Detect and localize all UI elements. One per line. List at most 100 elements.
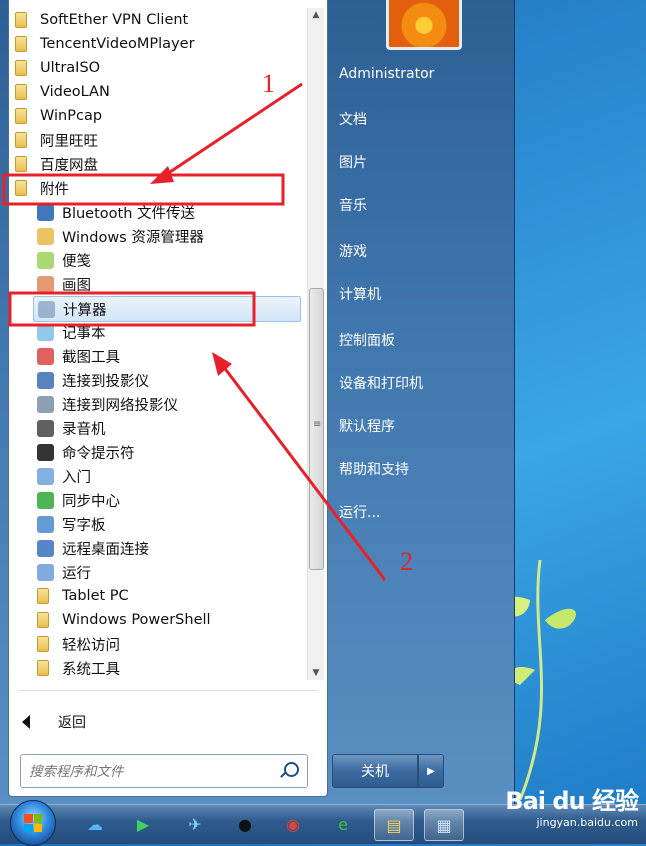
start-button[interactable] <box>10 800 56 846</box>
program-label: 连接到投影仪 <box>62 373 149 390</box>
back-button[interactable]: 返回 <box>10 710 86 734</box>
program-item[interactable]: 百度网盘 <box>11 152 305 176</box>
program-label: 录音机 <box>62 421 106 438</box>
default-programs-link[interactable]: 默认程序 <box>339 416 395 436</box>
ie-icon[interactable]: e <box>324 809 362 839</box>
program-item[interactable]: 截图工具 <box>33 344 305 368</box>
user-avatar[interactable] <box>386 0 462 50</box>
control-panel-link[interactable]: 控制面板 <box>339 330 395 350</box>
grip-icon: ≡ <box>313 419 322 430</box>
program-item[interactable]: Windows 资源管理器 <box>33 224 305 248</box>
program-label: Windows 资源管理器 <box>62 229 204 246</box>
program-item[interactable]: 写字板 <box>33 512 305 536</box>
program-item[interactable]: 附件 <box>11 176 305 200</box>
program-item[interactable]: 系统工具 <box>33 656 305 680</box>
user-name-link[interactable]: Administrator <box>339 66 434 82</box>
baidu-netdisk-icon[interactable]: ☁ <box>76 809 114 839</box>
sync-center-icon <box>37 491 54 509</box>
run-link[interactable]: 运行... <box>339 502 380 522</box>
all-programs-list: SoftEther VPN Client TencentVideoMPlayer U… <box>9 8 307 680</box>
pictures-link[interactable]: 图片 <box>339 152 367 172</box>
shutdown-button[interactable]: 关机 <box>332 754 418 788</box>
folder-icon <box>37 660 49 676</box>
folder-icon <box>15 108 27 124</box>
program-item[interactable]: 同步中心 <box>33 488 305 512</box>
program-label: 附件 <box>40 181 69 198</box>
program-item[interactable]: Tablet PC <box>33 584 305 608</box>
divider <box>19 690 317 691</box>
feishu-icon[interactable]: ✈ <box>176 809 214 839</box>
program-label: 运行 <box>62 565 91 582</box>
program-item[interactable]: 远程桌面连接 <box>33 536 305 560</box>
folder-icon <box>15 84 27 100</box>
program-item[interactable]: 计算器 <box>33 296 301 322</box>
bluetooth-icon <box>37 203 54 221</box>
folder-icon <box>37 636 49 652</box>
scroll-down-arrow-icon[interactable]: ▼ <box>308 666 324 680</box>
folder-icon <box>15 156 27 172</box>
program-label: 系统工具 <box>62 661 120 678</box>
program-item[interactable]: 画图 <box>33 272 305 296</box>
program-label: 阿里旺旺 <box>40 133 98 150</box>
explorer-icon[interactable]: ▤ <box>374 809 414 841</box>
calculator-icon[interactable]: ▦ <box>424 809 464 841</box>
program-item[interactable]: 命令提示符 <box>33 440 305 464</box>
program-label: Tablet PC <box>62 588 129 604</box>
program-item[interactable]: SoftEther VPN Client <box>11 8 305 32</box>
program-item[interactable]: 阿里旺旺 <box>11 128 305 152</box>
folder-icon <box>15 132 27 148</box>
windows-logo-icon <box>24 814 42 832</box>
shutdown-options-arrow-icon[interactable]: ▶ <box>418 754 444 788</box>
video-player-icon[interactable]: ▶ <box>124 809 162 839</box>
qq-icon[interactable]: ● <box>226 809 264 839</box>
program-item[interactable]: 便笺 <box>33 248 305 272</box>
program-item[interactable]: UltraISO <box>11 56 305 80</box>
program-label: VideoLAN <box>40 84 110 100</box>
program-item[interactable]: 录音机 <box>33 416 305 440</box>
notepad-icon <box>37 323 54 341</box>
computer-link[interactable]: 计算机 <box>339 284 381 304</box>
devices-printers-link[interactable]: 设备和打印机 <box>339 373 423 393</box>
folder-icon <box>15 60 27 76</box>
program-label: 同步中心 <box>62 493 120 510</box>
program-label: 入门 <box>62 469 91 486</box>
search-icon[interactable] <box>284 762 299 777</box>
search-input[interactable] <box>27 761 271 783</box>
explorer-icon <box>37 227 54 245</box>
programs-pane: SoftEther VPN Client TencentVideoMPlayer U… <box>8 0 328 797</box>
program-item[interactable]: 轻松访问 <box>33 632 305 656</box>
program-item[interactable]: 运行 <box>33 560 305 584</box>
games-link[interactable]: 游戏 <box>339 241 367 261</box>
program-label: 计算器 <box>63 302 107 319</box>
scroll-thumb[interactable]: ≡ <box>309 288 324 570</box>
documents-link[interactable]: 文档 <box>339 109 367 129</box>
program-item[interactable]: WinPcap <box>11 104 305 128</box>
getting-started-icon <box>37 467 54 485</box>
folder-icon <box>37 612 49 628</box>
program-item[interactable]: 记事本 <box>33 320 305 344</box>
music-link[interactable]: 音乐 <box>339 195 367 215</box>
programs-scrollbar[interactable]: ▲ ≡ ▼ <box>307 8 324 680</box>
folder-icon <box>15 180 27 196</box>
program-item[interactable]: Bluetooth 文件传送 <box>33 200 305 224</box>
sticky-notes-icon <box>37 251 54 269</box>
scroll-up-arrow-icon[interactable]: ▲ <box>308 8 324 22</box>
program-item[interactable]: Windows PowerShell <box>33 608 305 632</box>
program-item[interactable]: 连接到投影仪 <box>33 368 305 392</box>
baidu-jingyan-watermark: Bai du 经验 jingyan.baidu.com <box>505 781 639 829</box>
folder-icon <box>15 12 27 28</box>
watermark-url: jingyan.baidu.com <box>536 816 638 829</box>
microphone-icon <box>37 419 54 437</box>
snipping-tool-icon <box>37 347 54 365</box>
help-support-link[interactable]: 帮助和支持 <box>339 459 409 479</box>
program-item[interactable]: TencentVideoMPlayer <box>11 32 305 56</box>
chrome-icon[interactable]: ◉ <box>274 809 312 839</box>
program-label: 便笺 <box>62 253 91 270</box>
paint-icon <box>37 275 54 293</box>
calculator-icon <box>38 300 55 318</box>
search-box[interactable] <box>20 754 308 788</box>
program-item[interactable]: VideoLAN <box>11 80 305 104</box>
program-item[interactable]: 连接到网络投影仪 <box>33 392 305 416</box>
program-label: 写字板 <box>62 517 106 534</box>
program-item[interactable]: 入门 <box>33 464 305 488</box>
